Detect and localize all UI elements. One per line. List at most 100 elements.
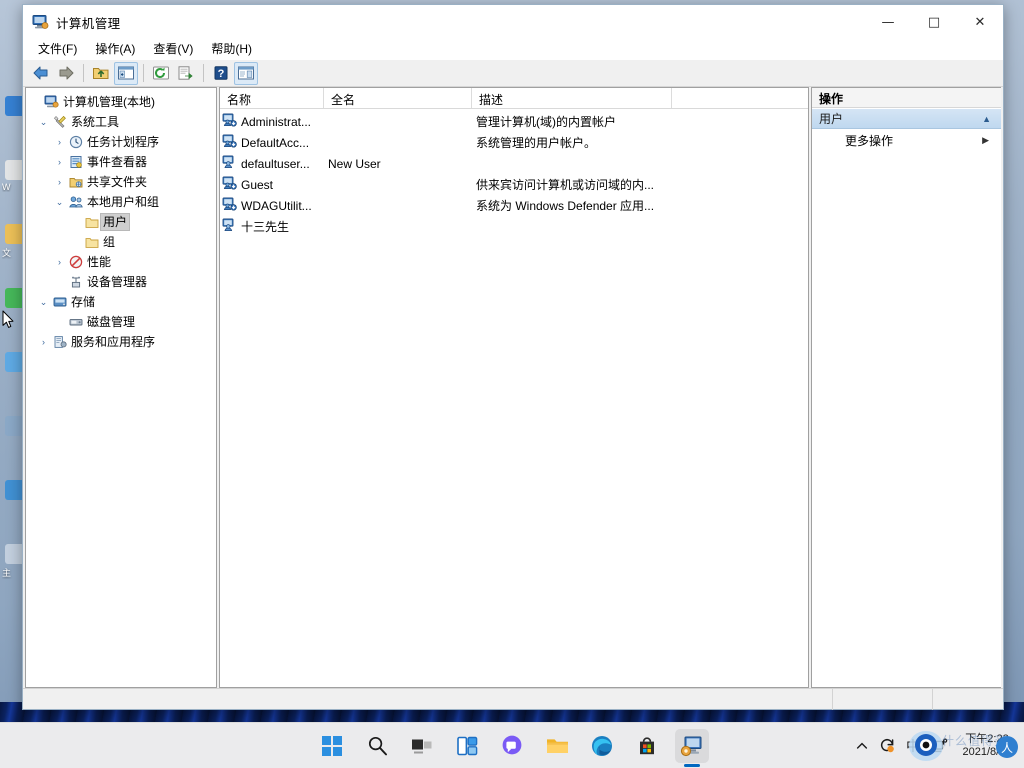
table-row[interactable]: 十三先生 bbox=[220, 216, 808, 237]
table-row[interactable]: defaultuser... New User bbox=[220, 153, 808, 174]
chevron-down-icon[interactable]: ⌄ bbox=[36, 117, 51, 128]
folder-icon bbox=[83, 236, 100, 249]
cell-name-text: Administrat... bbox=[241, 114, 312, 129]
table-row[interactable]: Administrat... 管理计算机(域)的内置帐户 bbox=[220, 111, 808, 132]
column-header-fullname[interactable]: 全名 bbox=[324, 88, 472, 108]
clock-time: 下午2:23 bbox=[965, 732, 1009, 745]
tree-item-performance[interactable]: › 性能 bbox=[26, 252, 216, 272]
network-icon[interactable] bbox=[930, 737, 948, 754]
tree-item-system-tools[interactable]: ⌄ 系统工具 bbox=[26, 112, 216, 132]
action-more-actions[interactable]: 更多操作 ▶ bbox=[812, 129, 1001, 151]
clock[interactable]: 下午2:23 2021/8/25 bbox=[958, 733, 1016, 759]
back-icon[interactable] bbox=[29, 62, 53, 85]
users-groups-icon bbox=[67, 195, 84, 209]
forward-icon[interactable] bbox=[54, 62, 78, 85]
desktop-icon[interactable]: W bbox=[0, 160, 25, 206]
tree-item-local-users-groups[interactable]: ⌄ 本地用户和组 bbox=[26, 192, 216, 212]
cell-name-text: 十三先生 bbox=[241, 220, 290, 234]
menu-view[interactable]: 查看(V) bbox=[144, 38, 202, 60]
help-icon[interactable]: ? bbox=[209, 62, 233, 85]
tree-item-label: 存储 bbox=[71, 295, 96, 309]
cell-description: 系统为 Windows Defender 应用... bbox=[476, 199, 655, 213]
tree-item-groups[interactable]: 组 bbox=[26, 232, 216, 252]
actions-group-users[interactable]: 用户 ▲ bbox=[812, 108, 1001, 129]
user-disabled-icon bbox=[222, 176, 237, 193]
content-panes: 计算机管理(本地) ⌄ 系统工具 › 任务计划程序 › 事件查看器 › 共享文件… bbox=[23, 87, 1003, 688]
column-header-name[interactable]: 名称 bbox=[220, 88, 324, 108]
cell-name: Administrat... bbox=[220, 113, 324, 130]
tree-item-label: 服务和应用程序 bbox=[71, 335, 156, 349]
tree-item-event-viewer[interactable]: › 事件查看器 bbox=[26, 152, 216, 172]
tree-item-shared-folders[interactable]: › 共享文件夹 bbox=[26, 172, 216, 192]
cell-description: 供来宾访问计算机或访问域的内... bbox=[476, 178, 655, 192]
desktop-icon[interactable]: 文 bbox=[0, 224, 25, 270]
chevron-up-icon[interactable]: ▲ bbox=[982, 114, 991, 124]
taskbar-center-apps bbox=[312, 728, 712, 763]
toolbar: ? bbox=[23, 60, 1003, 87]
show-hide-tree-icon[interactable] bbox=[114, 61, 138, 85]
disk-management-icon bbox=[67, 315, 84, 329]
tree-item-label: 共享文件夹 bbox=[87, 175, 148, 189]
tree-item-disk-management[interactable]: 磁盘管理 bbox=[26, 312, 216, 332]
tree-item-label: 性能 bbox=[87, 255, 112, 269]
console-tree-pane[interactable]: 计算机管理(本地) ⌄ 系统工具 › 任务计划程序 › 事件查看器 › 共享文件… bbox=[25, 87, 217, 688]
column-header-description[interactable]: 描述 bbox=[472, 88, 672, 108]
maximize-button[interactable]: □ bbox=[911, 5, 957, 39]
toolbar-separator bbox=[203, 64, 204, 82]
table-row[interactable]: DefaultAcc... 系统管理的用户帐户。 bbox=[220, 132, 808, 153]
chevron-right-icon[interactable]: › bbox=[52, 177, 67, 187]
minimize-button[interactable]: — bbox=[865, 5, 911, 39]
table-row[interactable]: WDAGUtilit... 系统为 Windows Defender 应用... bbox=[220, 195, 808, 216]
tree-item-storage[interactable]: ⌄ 存储 bbox=[26, 292, 216, 312]
chevron-down-icon[interactable]: ⌄ bbox=[36, 297, 51, 308]
chevron-right-icon[interactable]: › bbox=[52, 157, 67, 167]
services-icon bbox=[51, 335, 68, 349]
title-bar[interactable]: 计算机管理 — □ ✕ bbox=[23, 5, 1003, 39]
cell-description: 系统管理的用户帐户。 bbox=[476, 136, 597, 150]
computer-management-taskbar-icon[interactable] bbox=[675, 728, 709, 763]
chevron-right-icon[interactable]: › bbox=[52, 257, 67, 267]
user-disabled-icon bbox=[222, 197, 237, 214]
tree-item-users[interactable]: 用户 bbox=[26, 212, 216, 232]
export-list-icon[interactable] bbox=[174, 62, 198, 85]
desktop-icon[interactable] bbox=[0, 96, 25, 142]
up-folder-icon[interactable] bbox=[89, 62, 113, 85]
file-explorer-icon[interactable] bbox=[540, 729, 574, 763]
widgets-icon[interactable] bbox=[450, 729, 484, 763]
tree-item-services-applications[interactable]: › 服务和应用程序 bbox=[26, 332, 216, 352]
status-segment-3 bbox=[933, 689, 1003, 710]
tray-overflow-icon[interactable] bbox=[855, 739, 869, 753]
close-button[interactable]: ✕ bbox=[957, 5, 1003, 39]
search-icon[interactable] bbox=[360, 729, 394, 763]
tree-item-device-manager[interactable]: 设备管理器 bbox=[26, 272, 216, 292]
menu-action[interactable]: 操作(A) bbox=[86, 38, 144, 60]
chevron-right-icon[interactable]: › bbox=[52, 137, 67, 147]
tree-item-computer-management[interactable]: 计算机管理(本地) bbox=[26, 92, 216, 112]
svg-text:?: ? bbox=[218, 68, 225, 80]
refresh-icon[interactable] bbox=[149, 62, 173, 85]
status-text bbox=[23, 688, 833, 710]
desktop-icon[interactable]: 主 bbox=[0, 544, 25, 590]
actions-pane[interactable]: 操作 用户 ▲ 更多操作 ▶ bbox=[811, 87, 1001, 688]
show-action-pane-icon[interactable] bbox=[234, 61, 258, 85]
chevron-right-icon[interactable]: › bbox=[36, 337, 51, 347]
edge-icon[interactable] bbox=[585, 729, 619, 763]
menu-help[interactable]: 帮助(H) bbox=[202, 38, 261, 60]
desktop-icon[interactable] bbox=[0, 416, 25, 462]
desktop-icon[interactable] bbox=[0, 352, 25, 398]
chevron-down-icon[interactable]: ⌄ bbox=[52, 197, 67, 208]
tray-update-icon[interactable] bbox=[879, 737, 896, 754]
menu-file[interactable]: 文件(F) bbox=[29, 38, 86, 60]
desktop-icon[interactable] bbox=[0, 480, 25, 526]
cell-name: DefaultAcc... bbox=[220, 134, 324, 151]
tree-item-task-scheduler[interactable]: › 任务计划程序 bbox=[26, 132, 216, 152]
chat-icon[interactable] bbox=[495, 729, 529, 763]
cell-fullname: New User bbox=[328, 156, 381, 171]
start-button[interactable] bbox=[315, 729, 349, 763]
cell-name: 十三先生 bbox=[220, 218, 324, 235]
users-list-pane[interactable]: 名称 全名 描述 Administrat... 管理计算机(域)的内置帐户 De… bbox=[219, 87, 809, 688]
microsoft-store-icon[interactable] bbox=[630, 729, 664, 763]
task-view-icon[interactable] bbox=[405, 729, 439, 763]
ime-indicator[interactable]: 中 bbox=[906, 736, 920, 756]
table-row[interactable]: Guest 供来宾访问计算机或访问域的内... bbox=[220, 174, 808, 195]
